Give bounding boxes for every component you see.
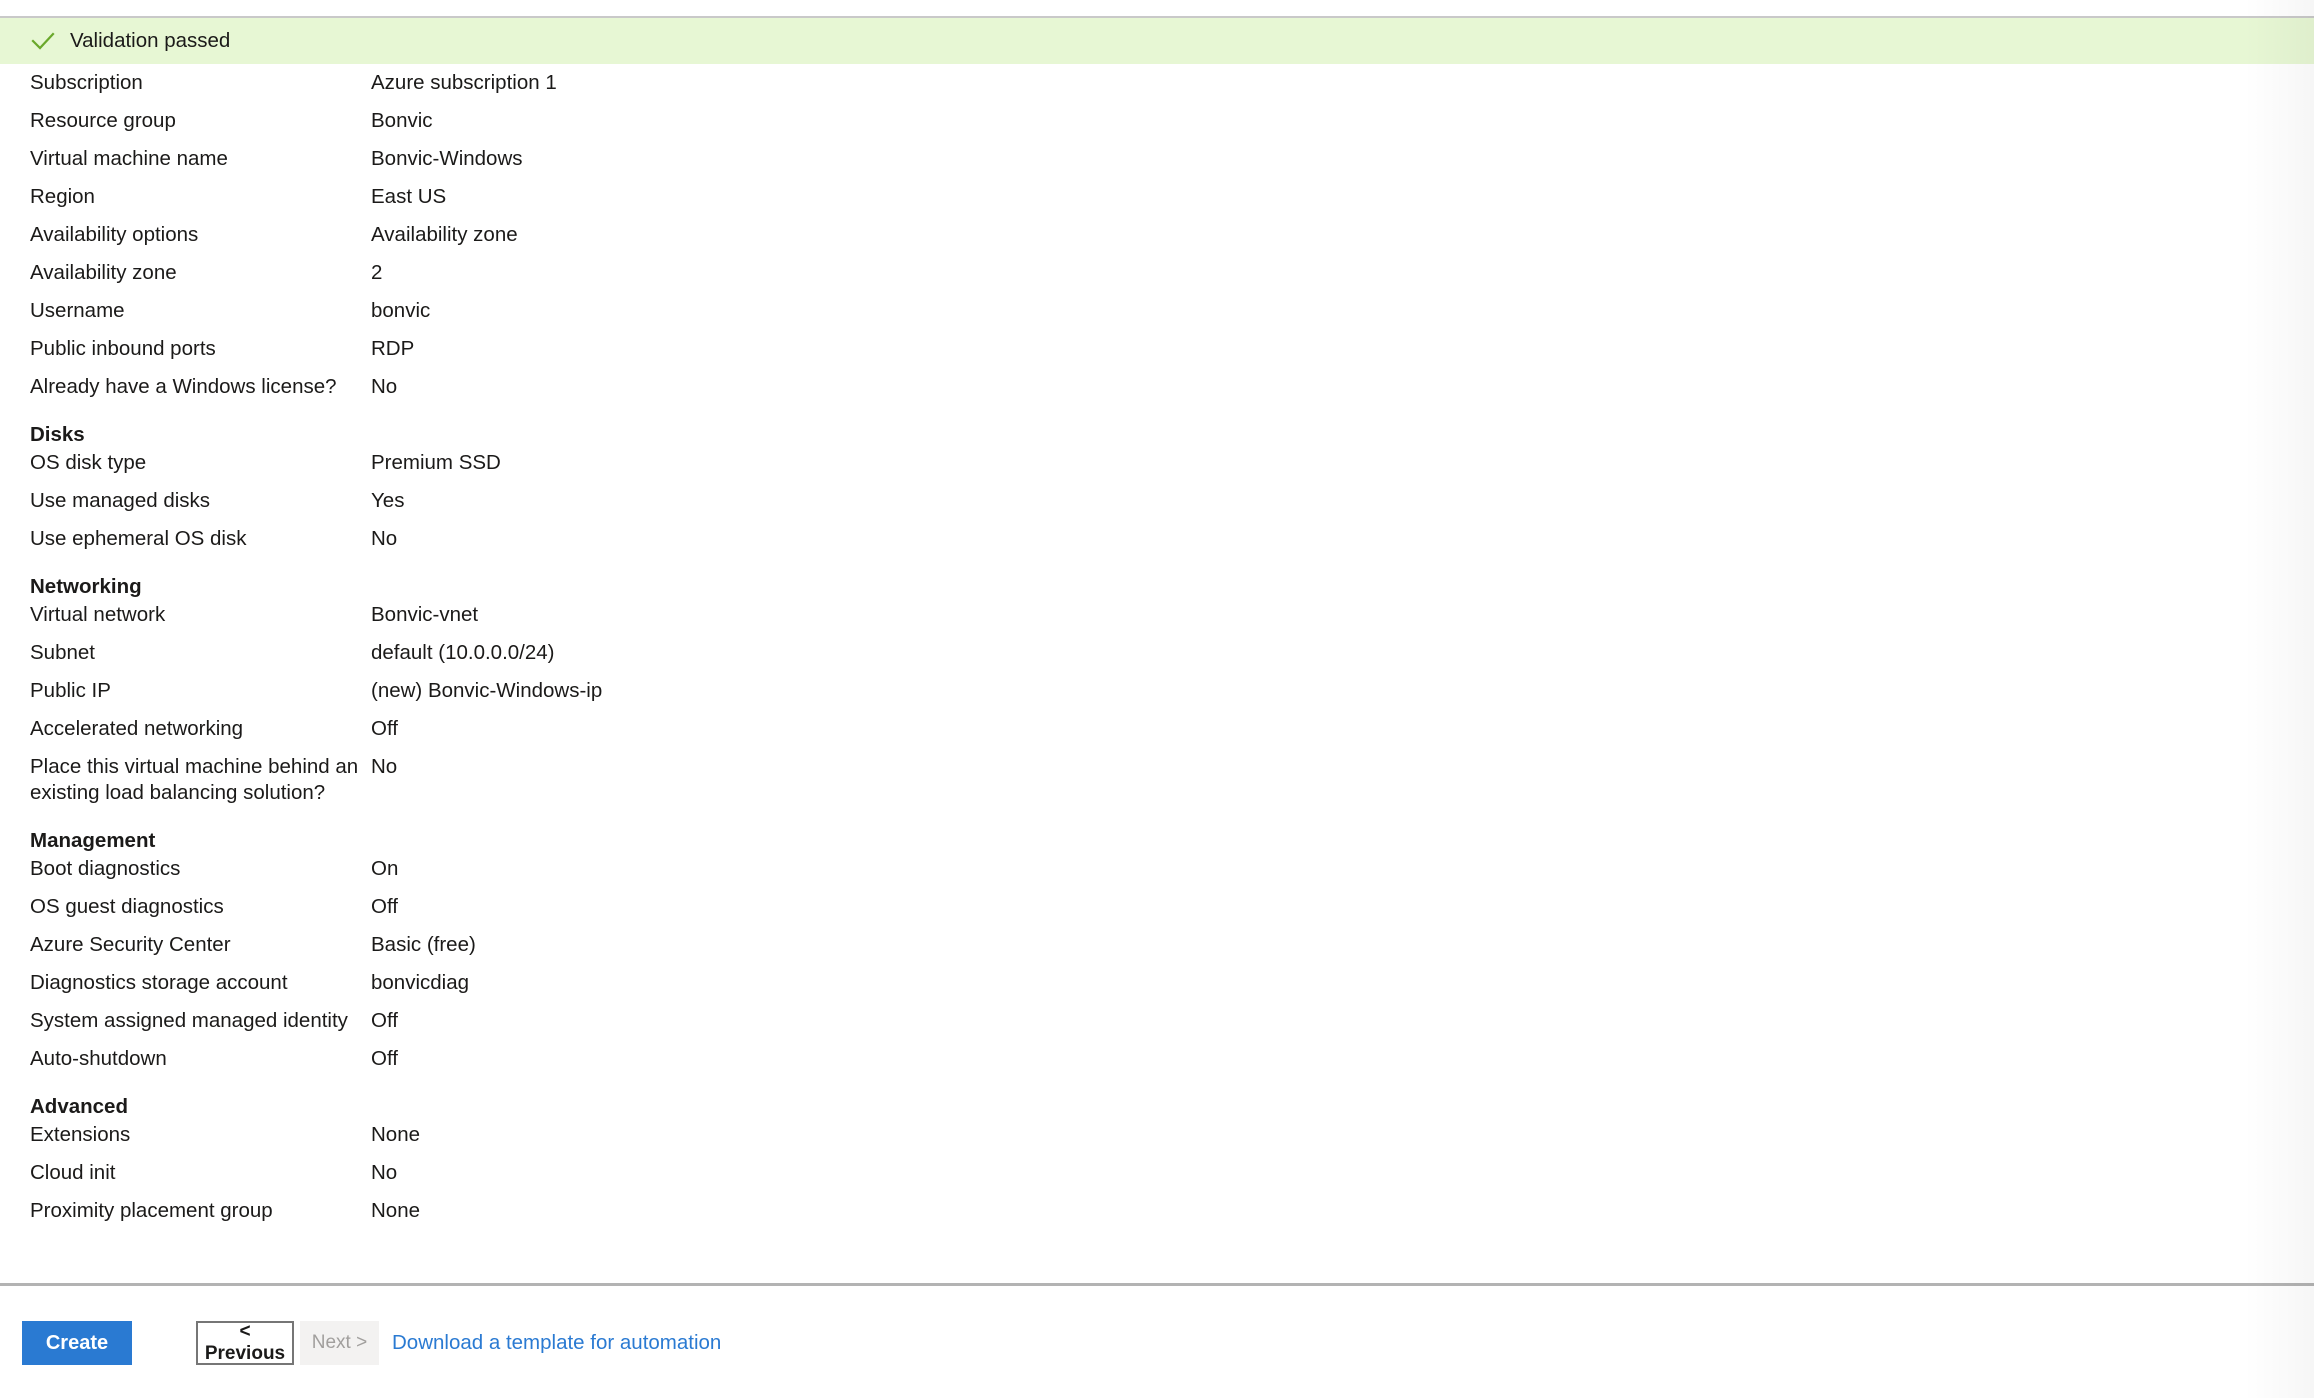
summary-row-value: bonvicdiag	[371, 971, 470, 994]
summary-row: Auto-shutdown Off	[0, 1040, 2314, 1078]
summary-row-label: Username	[30, 299, 125, 322]
summary-row-label: Availability zone	[30, 261, 177, 284]
summary-row-value: Basic (free)	[371, 933, 476, 956]
summary-row-value: No	[371, 755, 398, 778]
summary-row: System assigned managed identity Off	[0, 1002, 2314, 1040]
summary-row-label: Region	[30, 185, 95, 208]
summary-row: Subnet default (10.0.0.0/24)	[0, 634, 2314, 672]
summary-row-label: Azure Security Center	[30, 933, 231, 956]
summary-row-value: No	[371, 375, 398, 398]
summary-row-value: Bonvic	[371, 109, 433, 132]
summary-row-label: Availability options	[30, 223, 199, 246]
summary-row-value: bonvic	[371, 299, 431, 322]
summary-row-value: Azure subscription 1	[371, 71, 557, 94]
summary-row: OS guest diagnostics Off	[0, 888, 2314, 926]
summary-row-value: None	[371, 1123, 421, 1146]
summary-row-label: Auto-shutdown	[30, 1047, 167, 1070]
summary-row-value: 2	[371, 261, 383, 284]
summary-row-label: Public inbound ports	[30, 337, 216, 360]
summary-row: Accelerated networking Off	[0, 710, 2314, 748]
summary-row-value: No	[371, 1161, 398, 1184]
summary-row-value: RDP	[371, 337, 415, 360]
summary-row-value: (new) Bonvic-Windows-ip	[371, 679, 603, 702]
summary-row: Virtual network Bonvic-vnet	[0, 596, 2314, 634]
summary-row-label: OS disk type	[30, 451, 147, 474]
summary-row-label: Subscription	[30, 71, 143, 94]
summary-row-label: Cloud init	[30, 1161, 116, 1184]
summary-row-value: Bonvic-Windows	[371, 147, 523, 170]
summary-row-value: Off	[371, 717, 398, 740]
summary-row: Virtual machine name Bonvic-Windows	[0, 140, 2314, 178]
summary-row-label: Use managed disks	[30, 489, 211, 512]
summary-row-label: Use ephemeral OS disk	[30, 527, 247, 550]
summary-row: Cloud init No	[0, 1154, 2314, 1192]
summary-row-value: Off	[371, 1047, 398, 1070]
summary-row: Availability zone 2	[0, 254, 2314, 292]
summary-row: Public IP (new) Bonvic-Windows-ip	[0, 672, 2314, 710]
check-icon	[31, 32, 55, 50]
summary-row-label: Accelerated networking	[30, 717, 244, 740]
summary-row: Azure Security Center Basic (free)	[0, 926, 2314, 964]
previous-button[interactable]: < Previous	[196, 1321, 294, 1365]
summary-row-label: Public IP	[30, 679, 111, 702]
summary-row-value: East US	[371, 185, 447, 208]
summary-row-value: On	[371, 857, 399, 880]
summary-row-label: Diagnostics storage account	[30, 971, 288, 994]
vm-summary-list: Subscription Azure subscription 1 Resource…	[0, 64, 2314, 1230]
footer-action-bar: Create < Previous Next > Download a temp…	[0, 1286, 2314, 1398]
summary-row-label: Virtual network	[30, 603, 166, 626]
summary-row-label: System assigned managed identity	[30, 1009, 348, 1032]
summary-row-label: Virtual machine name	[30, 147, 228, 170]
summary-row-label: Place this virtual machine behind an exi…	[30, 755, 359, 804]
summary-row: Resource group Bonvic	[0, 102, 2314, 140]
summary-section-header: Disks	[30, 423, 85, 446]
summary-row-value: None	[371, 1199, 421, 1222]
summary-row: Place this virtual machine behind an exi…	[0, 748, 2314, 812]
validation-banner: Validation passed	[0, 16, 2314, 64]
summary-row-value: Off	[371, 1009, 398, 1032]
summary-section-header: Advanced	[30, 1095, 128, 1118]
summary-row: OS disk type Premium SSD	[0, 444, 2314, 482]
download-template-link[interactable]: Download a template for automation	[392, 1332, 721, 1353]
create-vm-review-page: Validation passed Subscription Azure subs…	[0, 0, 2314, 1398]
next-button[interactable]: Next >	[300, 1321, 379, 1365]
summary-row: Region East US	[0, 178, 2314, 216]
summary-row: Use ephemeral OS disk No	[0, 520, 2314, 558]
summary-row: Availability options Availability zone	[0, 216, 2314, 254]
validation-banner-text: Validation passed	[70, 28, 231, 52]
summary-row: Subscription Azure subscription 1	[0, 64, 2314, 102]
summary-row-label: OS guest diagnostics	[30, 895, 224, 918]
summary-row: Proximity placement group None	[0, 1192, 2314, 1230]
summary-row-label: Resource group	[30, 109, 176, 132]
summary-row-label: Boot diagnostics	[30, 857, 181, 880]
summary-row-value: Yes	[371, 489, 405, 512]
create-button[interactable]: Create	[22, 1321, 132, 1365]
summary-section-header: Networking	[30, 575, 142, 598]
summary-row: Diagnostics storage account bonvicdiag	[0, 964, 2314, 1002]
summary-row-label: Proximity placement group	[30, 1199, 273, 1222]
summary-row: Username bonvic	[0, 292, 2314, 330]
summary-row-value: default (10.0.0.0/24)	[371, 641, 555, 664]
summary-row: Extensions None	[0, 1116, 2314, 1154]
summary-section-header: Management	[30, 829, 156, 852]
summary-row-value: No	[371, 527, 398, 550]
summary-row-label: Subnet	[30, 641, 95, 664]
summary-row-value: Availability zone	[371, 223, 518, 246]
summary-row-value: Premium SSD	[371, 451, 501, 474]
summary-row: Boot diagnostics On	[0, 850, 2314, 888]
summary-row: Public inbound ports RDP	[0, 330, 2314, 368]
summary-row: Use managed disks Yes	[0, 482, 2314, 520]
summary-row-value: Off	[371, 895, 398, 918]
summary-row-value: Bonvic-vnet	[371, 603, 479, 626]
summary-row-label: Extensions	[30, 1123, 131, 1146]
summary-row: Already have a Windows license? No	[0, 368, 2314, 406]
summary-row-label: Already have a Windows license?	[30, 375, 337, 398]
